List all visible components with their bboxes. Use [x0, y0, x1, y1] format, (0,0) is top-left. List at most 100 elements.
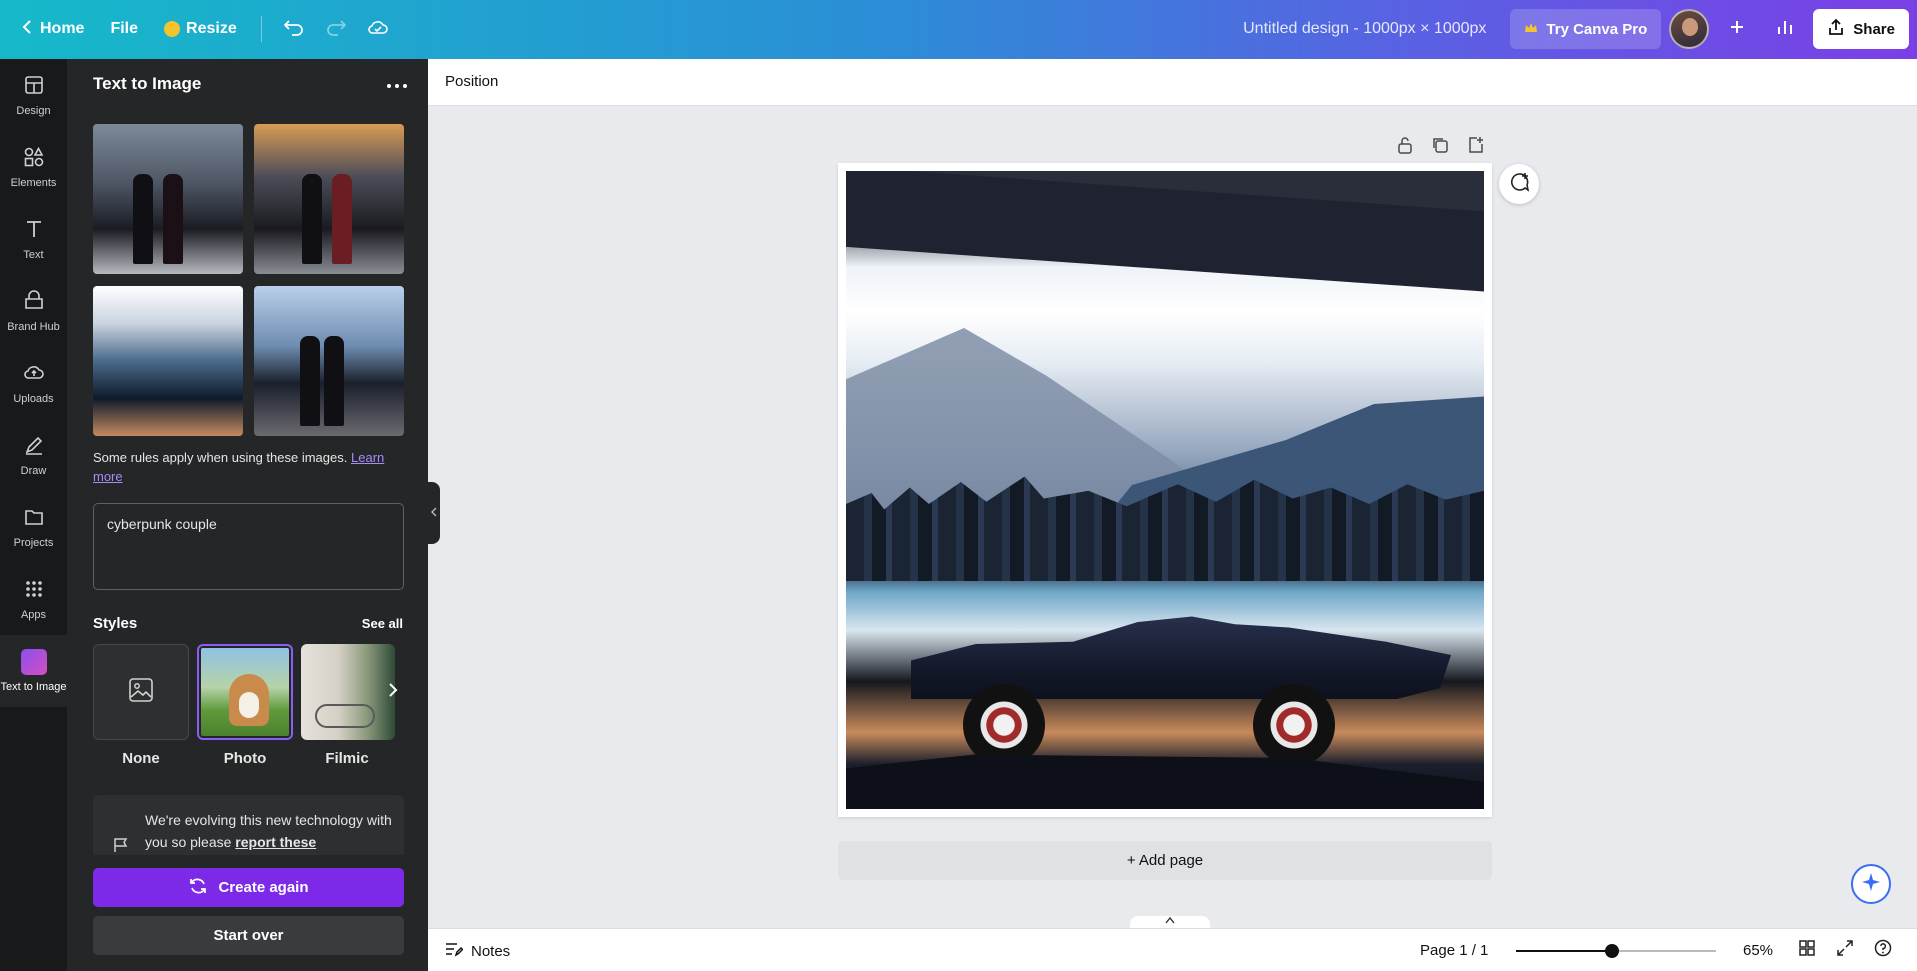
rail-label: Apps [20, 608, 47, 621]
create-again-label: Create again [218, 879, 309, 896]
rail-item-brand-hub[interactable]: Brand Hub [0, 275, 67, 347]
add-page-button[interactable]: + Add page [838, 841, 1492, 880]
rail-item-draw[interactable]: Draw [0, 419, 67, 491]
add-page-icon [1469, 137, 1483, 153]
page-tools [1397, 136, 1485, 159]
left-rail: Design Elements Text Brand Hub Uploads D… [0, 59, 67, 971]
undo-button[interactable] [274, 9, 314, 49]
home-button[interactable]: Home [8, 9, 96, 49]
style-photo-card[interactable] [197, 644, 293, 740]
rail-item-projects[interactable]: Projects [0, 491, 67, 563]
crown-icon [164, 21, 181, 37]
position-button[interactable]: Position [445, 73, 498, 90]
uploads-icon [23, 362, 45, 387]
lock-page-button[interactable] [1397, 136, 1413, 159]
insights-button[interactable] [1765, 9, 1805, 49]
add-page-icon-button[interactable] [1467, 136, 1485, 159]
vertical-scrollbar[interactable] [1902, 106, 1917, 928]
generated-image-1[interactable] [93, 124, 243, 274]
generated-image-4[interactable] [254, 286, 404, 436]
view-controls [1798, 939, 1892, 962]
rail-item-text[interactable]: Text [0, 203, 67, 275]
elements-icon [23, 146, 45, 171]
styles-heading: Styles [93, 615, 138, 632]
cloud-save-button[interactable] [358, 9, 398, 49]
unlock-icon [1398, 137, 1412, 154]
start-over-button[interactable]: Start over [93, 916, 404, 955]
wheel-shape [1253, 684, 1335, 766]
design-page[interactable] [838, 163, 1492, 817]
magic-assistant-button[interactable] [1851, 864, 1891, 904]
rail-item-uploads[interactable]: Uploads [0, 347, 67, 419]
rail-item-elements[interactable]: Elements [0, 131, 67, 203]
collapse-panel-handle[interactable] [428, 482, 440, 544]
divider [260, 16, 262, 42]
rail-label: Design [16, 104, 51, 117]
rail-label: Text [23, 248, 44, 261]
projects-icon [23, 506, 45, 531]
notes-button[interactable]: Notes [445, 941, 510, 961]
bar-chart-icon [1776, 18, 1794, 41]
redo-button[interactable] [316, 9, 356, 49]
style-name-filmic: Filmic [325, 750, 369, 767]
styles-next-button[interactable] [387, 681, 399, 704]
usage-rules-note: Some rules apply when using these images… [93, 448, 393, 486]
generated-image-3[interactable] [93, 286, 243, 436]
fullscreen-button[interactable] [1836, 939, 1854, 962]
help-button[interactable] [1874, 939, 1892, 962]
generated-artwork[interactable] [846, 171, 1484, 809]
report-link[interactable]: report these [235, 834, 316, 850]
upload-icon [1827, 18, 1845, 40]
start-over-label: Start over [213, 927, 284, 944]
add-collaborator-button[interactable] [1717, 9, 1757, 49]
document-title[interactable]: Untitled design - 1000px × 1000px [1243, 20, 1486, 38]
apps-icon [23, 578, 45, 603]
rail-item-apps[interactable]: Apps [0, 563, 67, 635]
figure-shape [302, 174, 322, 264]
try-pro-button[interactable]: Try Canva Pro [1510, 9, 1662, 49]
duplicate-page-button[interactable] [1431, 136, 1449, 159]
zoom-slider-knob[interactable] [1605, 944, 1619, 958]
generated-image-2[interactable] [254, 124, 404, 274]
figure-shape [324, 336, 344, 426]
rail-item-text-to-image[interactable]: Text to Image [0, 635, 67, 707]
avatar[interactable] [1669, 9, 1710, 49]
create-again-button[interactable]: Create again [93, 868, 404, 907]
rail-label: Text to Image [0, 681, 67, 693]
context-toolbar: Position [428, 59, 1917, 106]
more-horizontal-icon [386, 69, 408, 94]
see-all-styles-link[interactable]: See all [362, 616, 403, 631]
rail-label: Elements [10, 176, 57, 189]
notes-icon [445, 941, 464, 961]
redo-icon [326, 18, 346, 41]
figure-shape [332, 174, 352, 264]
style-name-photo: Photo [223, 750, 267, 767]
zoom-slider[interactable] [1516, 944, 1716, 958]
add-comment-button[interactable] [1499, 164, 1539, 204]
text-to-image-icon [20, 649, 47, 675]
chevron-up-icon [1165, 916, 1175, 927]
home-label: Home [40, 20, 85, 37]
image-placeholder-icon [128, 677, 154, 708]
resize-button[interactable]: Resize [152, 9, 249, 49]
style-none-card[interactable] [93, 644, 189, 740]
page-counter[interactable]: Page 1 / 1 [1420, 942, 1488, 959]
top-bar-right: Untitled design - 1000px × 1000px Try Ca… [1243, 9, 1909, 49]
expand-icon [1837, 940, 1853, 956]
style-filmic-card[interactable] [301, 644, 395, 740]
share-button[interactable]: Share [1813, 9, 1909, 49]
file-label: File [110, 20, 139, 37]
zoom-level[interactable]: 65% [1743, 942, 1773, 959]
rail-item-design[interactable]: Design [0, 59, 67, 131]
file-menu-button[interactable]: File [98, 9, 150, 49]
text-to-image-panel: Text to Image Some rules apply when usin… [67, 59, 428, 971]
design-icon [23, 74, 45, 99]
panel-title: Text to Image [93, 74, 202, 93]
more-options-button[interactable] [386, 69, 408, 95]
chevron-left-icon [431, 507, 437, 520]
resize-label: Resize [186, 20, 237, 37]
prompt-input[interactable]: cyberpunk couple [93, 503, 404, 590]
chevron-left-icon [20, 19, 34, 40]
zoom-slider-fill [1516, 950, 1612, 952]
grid-view-button[interactable] [1798, 939, 1816, 962]
